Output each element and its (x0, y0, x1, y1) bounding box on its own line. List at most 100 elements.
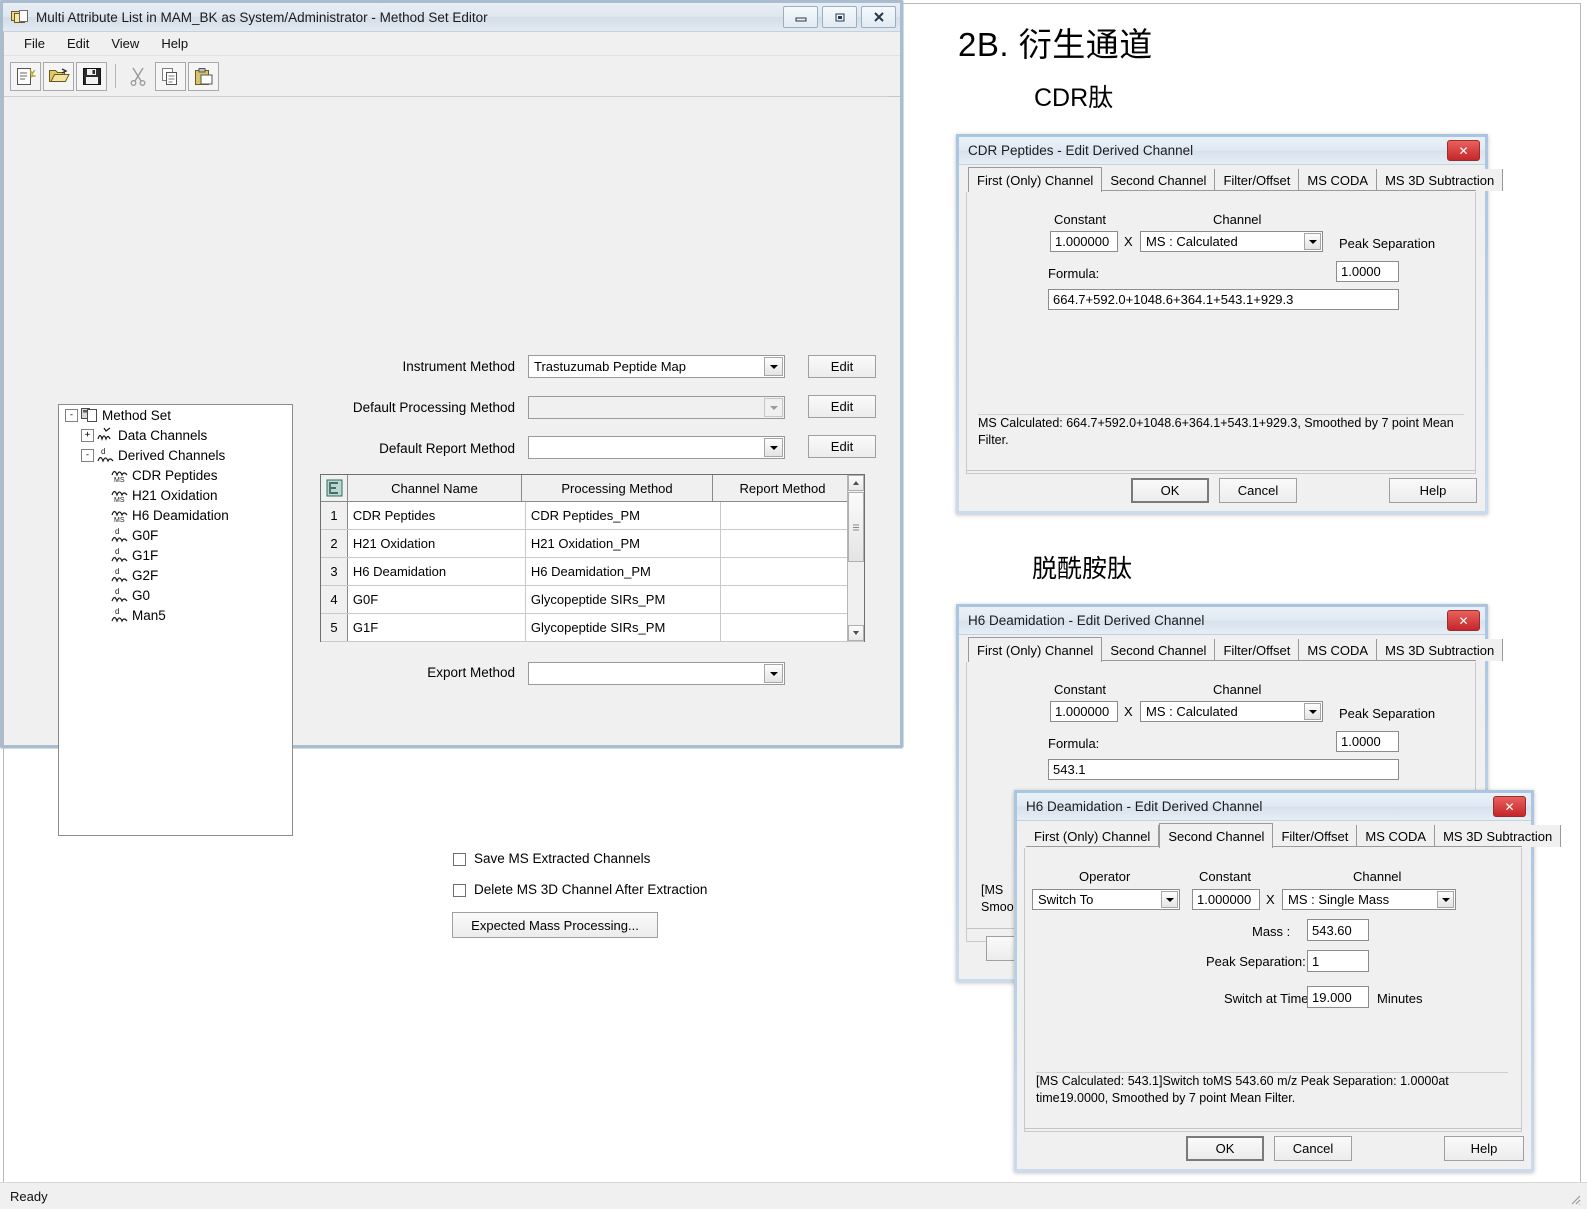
cdr-tab-first-only-channel[interactable]: First (Only) Channel (968, 167, 1103, 192)
cell-channel-name[interactable]: H21 Oxidation (347, 530, 526, 557)
cdr-channel-combo[interactable]: MS : Calculated (1140, 231, 1323, 252)
cell-channel-name[interactable]: CDR Peptides (347, 502, 526, 529)
tree-toggle-icon[interactable]: - (81, 448, 94, 462)
chevron-down-icon[interactable] (1304, 703, 1321, 720)
table-row[interactable]: 5 G1F Glycopeptide SIRs_PM (321, 614, 864, 642)
h6-back-channel-combo[interactable]: MS : Calculated (1140, 701, 1323, 722)
h6-front-ok-button[interactable]: OK (1186, 1136, 1264, 1161)
cell-channel-name[interactable]: H6 Deamidation (347, 558, 526, 585)
cdr-tab-filter-offset[interactable]: Filter/Offset (1215, 169, 1300, 191)
tree-item-cdr-peptides[interactable]: MS CDR Peptides (59, 465, 292, 485)
scroll-up-button[interactable] (848, 475, 864, 491)
cell-channel-name[interactable]: G1F (347, 614, 526, 641)
chevron-down-icon[interactable] (764, 357, 783, 376)
h6-front-mass-input[interactable]: 543.60 (1307, 919, 1369, 941)
tree-toggle-icon[interactable]: - (65, 408, 78, 422)
h6-back-peak-separation-input[interactable]: 1.0000 (1336, 731, 1399, 752)
cell-report-method[interactable] (720, 502, 864, 529)
close-icon[interactable]: ✕ (1493, 796, 1526, 817)
table-row[interactable]: 1 CDR Peptides CDR Peptides_PM (321, 502, 864, 530)
tree-item-h21-oxidation[interactable]: MS H21 Oxidation (59, 485, 292, 505)
chevron-down-icon[interactable] (764, 664, 783, 683)
h6-front-constant-input[interactable]: 1.000000 (1192, 889, 1260, 910)
chevron-down-icon[interactable] (764, 438, 783, 457)
tree-item-derived-channels[interactable]: - d Derived Channels (59, 445, 292, 465)
cdr-cancel-button[interactable]: Cancel (1219, 478, 1297, 503)
method-set-tree[interactable]: - Method Set + Data Channels - d Derived Chann… (58, 404, 293, 836)
minimize-button[interactable] (783, 6, 818, 28)
export-method-combo[interactable] (528, 662, 785, 685)
tree-item-g1f[interactable]: d G1F (59, 545, 292, 565)
resize-grip[interactable] (1568, 1192, 1581, 1205)
edit-default-report-method-button[interactable]: Edit (808, 435, 876, 458)
table-row[interactable]: 3 H6 Deamidation H6 Deamidation_PM (321, 558, 864, 586)
h6-back-tab-ms-3d-subtraction[interactable]: MS 3D Subtraction (1377, 639, 1504, 661)
h6-front-tab-ms-coda[interactable]: MS CODA (1357, 825, 1436, 847)
restore-button[interactable] (822, 6, 857, 28)
h6-back-ok-button[interactable] (986, 936, 1016, 961)
close-icon[interactable]: ✕ (1447, 610, 1480, 631)
cdr-help-button[interactable]: Help (1389, 478, 1477, 503)
chevron-down-icon[interactable] (1304, 233, 1321, 250)
cell-report-method[interactable] (720, 530, 864, 557)
instrument-method-combo[interactable]: Trastuzumab Peptide Map (528, 355, 785, 378)
h6-back-constant-input[interactable]: 1.000000 (1050, 701, 1118, 722)
h6-back-tab-ms-coda[interactable]: MS CODA (1299, 639, 1378, 661)
h6-back-tab-filter-offset[interactable]: Filter/Offset (1215, 639, 1300, 661)
chevron-down-icon[interactable] (764, 398, 783, 417)
cell-processing-method[interactable]: CDR Peptides_PM (525, 502, 721, 529)
cell-channel-name[interactable]: G0F (347, 586, 526, 613)
cdr-tab-ms-3d-subtraction[interactable]: MS 3D Subtraction (1377, 169, 1504, 191)
cell-report-method[interactable] (720, 586, 864, 613)
cell-processing-method[interactable]: H21 Oxidation_PM (525, 530, 721, 557)
tree-toggle-icon[interactable]: + (81, 428, 94, 442)
h6-front-tab-ms-3d-subtraction[interactable]: MS 3D Subtraction (1435, 825, 1562, 847)
h6-front-tab-filter-offset[interactable]: Filter/Offset (1273, 825, 1358, 847)
h6-front-help-button[interactable]: Help (1444, 1136, 1524, 1161)
grid-scrollbar[interactable] (847, 475, 864, 641)
close-icon[interactable]: ✕ (1447, 140, 1480, 161)
h6-front-cancel-button[interactable]: Cancel (1274, 1136, 1352, 1161)
delete-ms3d-checkbox[interactable] (453, 884, 466, 897)
h6-back-tab-second-channel[interactable]: Second Channel (1102, 639, 1216, 661)
cdr-tab-ms-coda[interactable]: MS CODA (1299, 169, 1378, 191)
cdr-ok-button[interactable]: OK (1131, 478, 1209, 503)
table-row[interactable]: 2 H21 Oxidation H21 Oxidation_PM (321, 530, 864, 558)
h6-front-tab-first-only-channel[interactable]: First (Only) Channel (1026, 825, 1160, 847)
close-button[interactable] (861, 6, 896, 28)
h6-front-operator-combo[interactable]: Switch To (1032, 889, 1180, 910)
h6-front-switch-time-input[interactable]: 19.000 (1307, 986, 1369, 1008)
tree-item-g0f[interactable]: d G0F (59, 525, 292, 545)
grid-col-report-method[interactable]: Report Method (713, 475, 852, 501)
expected-mass-processing-button[interactable]: Expected Mass Processing... (452, 912, 658, 938)
grid-col-processing-method[interactable]: Processing Method (522, 475, 713, 501)
h6-back-formula-input[interactable]: 543.1 (1048, 759, 1399, 780)
chevron-down-icon[interactable] (1437, 891, 1454, 908)
cell-processing-method[interactable]: Glycopeptide SIRs_PM (525, 614, 721, 641)
tree-item-data-channels[interactable]: + Data Channels (59, 425, 292, 445)
tree-item-g0[interactable]: d G0 (59, 585, 292, 605)
h6-back-tab-first-only-channel[interactable]: First (Only) Channel (968, 637, 1103, 662)
cdr-constant-input[interactable]: 1.000000 (1050, 231, 1118, 252)
default-report-method-combo[interactable] (528, 436, 785, 459)
cell-processing-method[interactable]: Glycopeptide SIRs_PM (525, 586, 721, 613)
h6-front-tab-second-channel[interactable]: Second Channel (1159, 823, 1274, 848)
edit-default-processing-method-button[interactable]: Edit (808, 395, 876, 418)
table-row[interactable]: 4 G0F Glycopeptide SIRs_PM (321, 586, 864, 614)
channel-grid[interactable]: Channel Name Processing Method Report Me… (320, 474, 865, 642)
cell-processing-method[interactable]: H6 Deamidation_PM (525, 558, 721, 585)
cdr-peak-separation-input[interactable]: 1.0000 (1336, 261, 1399, 282)
tree-item-man5[interactable]: d Man5 (59, 605, 292, 625)
cell-report-method[interactable] (720, 614, 864, 641)
cell-report-method[interactable] (720, 558, 864, 585)
h6-front-peak-separation-input[interactable]: 1 (1307, 950, 1369, 972)
h6-front-channel-combo[interactable]: MS : Single Mass (1282, 889, 1456, 910)
scrollbar-thumb[interactable] (848, 492, 864, 562)
cdr-formula-input[interactable]: 664.7+592.0+1048.6+364.1+543.1+929.3 (1048, 289, 1399, 310)
tree-item-g2f[interactable]: d G2F (59, 565, 292, 585)
default-processing-method-combo[interactable] (528, 396, 785, 419)
save-ms-extracted-checkbox[interactable] (453, 853, 466, 866)
tree-item-method-set[interactable]: - Method Set (59, 405, 292, 425)
cdr-tab-second-channel[interactable]: Second Channel (1102, 169, 1216, 191)
edit-instrument-method-button[interactable]: Edit (808, 355, 876, 378)
